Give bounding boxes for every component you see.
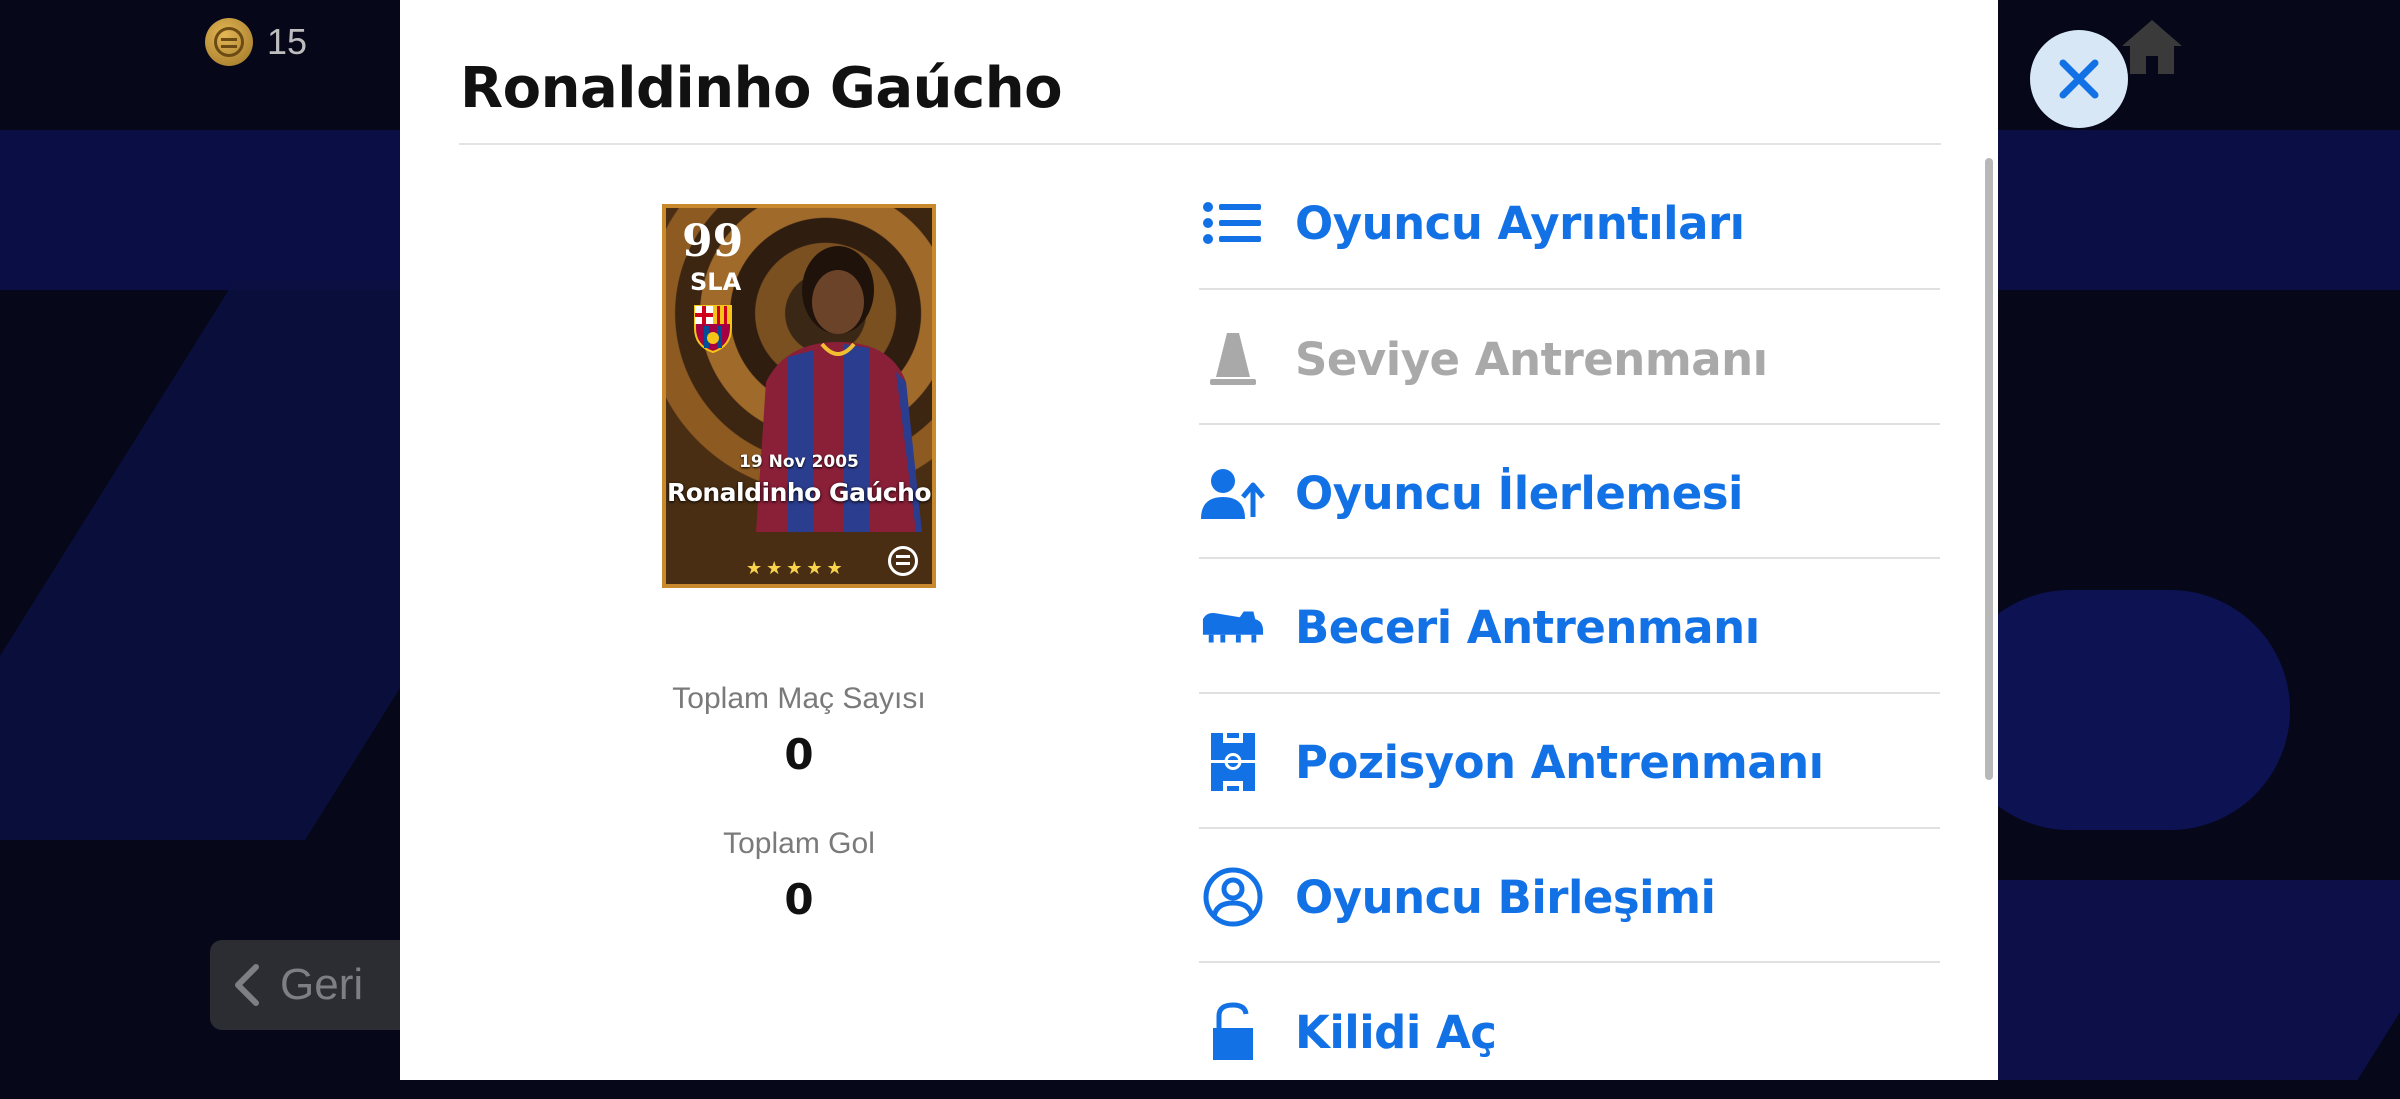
- menu-divider: [1199, 961, 1940, 963]
- menu-item-label: Oyuncu İlerlemesi: [1295, 466, 1743, 520]
- menu-item-position-training[interactable]: Pozisyon Antrenmanı: [1199, 695, 1940, 829]
- menu-item-player-details[interactable]: Oyuncu Ayrıntıları: [1199, 156, 1940, 290]
- menu-divider: [1199, 423, 1940, 425]
- player-merge-icon: [1203, 867, 1263, 927]
- card-rating: 99: [682, 216, 744, 267]
- back-label: Geri: [280, 960, 364, 1009]
- menu-item-skill-training[interactable]: Beceri Antrenmanı: [1199, 560, 1940, 694]
- stat-value-total-matches: 0: [784, 730, 814, 779]
- menu-divider: [1199, 692, 1940, 694]
- stat-value-total-goals: 0: [784, 875, 814, 924]
- menu-divider: [1199, 827, 1940, 829]
- stat-label-total-goals: Toplam Gol: [723, 827, 875, 860]
- menu-item-level-training: Seviye Antrenmanı: [1199, 292, 1940, 426]
- menu-item-label: Beceri Antrenmanı: [1295, 600, 1760, 654]
- menu-item-label: Oyuncu Ayrıntıları: [1295, 196, 1745, 250]
- player-modal: Ronaldinho Gaúcho 99 SLA 19 Nov 2005 Ron…: [400, 0, 1998, 1080]
- player-progress-icon: [1201, 469, 1265, 519]
- card-stars: ★★★★★: [746, 558, 847, 579]
- coin-count: 15: [267, 21, 308, 62]
- scrollbar[interactable]: [1985, 158, 1993, 780]
- menu-item-label: Seviye Antrenmanı: [1295, 332, 1768, 386]
- unlock-icon: [1213, 1002, 1253, 1060]
- menu-divider: [1199, 288, 1940, 290]
- menu-item-label: Kilidi Aç: [1295, 1005, 1497, 1059]
- card-player-name: Ronaldinho Gaúcho: [666, 478, 932, 507]
- card-position: SLA: [690, 268, 742, 296]
- pitch-icon: [1211, 733, 1255, 791]
- list-icon: [1203, 202, 1261, 244]
- player-card[interactable]: 99 SLA 19 Nov 2005 Ronaldinho Gaúcho ★★★…: [662, 204, 936, 588]
- training-cone-icon: [1210, 333, 1256, 385]
- club-crest-icon: [694, 305, 732, 354]
- efootball-logo-icon: [888, 546, 918, 576]
- title-divider: [459, 143, 1941, 145]
- home-icon[interactable]: [2120, 16, 2184, 76]
- menu-item-unlock[interactable]: Kilidi Aç: [1199, 965, 1940, 1099]
- chevron-left-icon: [235, 964, 259, 1006]
- efootball-coin-icon: [205, 18, 253, 66]
- menu-item-player-progress[interactable]: Oyuncu İlerlemesi: [1199, 426, 1940, 560]
- currency-display: 15: [205, 18, 307, 66]
- football-boot-icon: [1202, 611, 1264, 643]
- back-button[interactable]: Geri: [210, 940, 420, 1030]
- menu-item-player-merge[interactable]: Oyuncu Birleşimi: [1199, 830, 1940, 964]
- menu-item-label: Oyuncu Birleşimi: [1295, 870, 1716, 924]
- modal-title: Ronaldinho Gaúcho: [460, 56, 1063, 121]
- stat-label-total-matches: Toplam Maç Sayısı: [672, 682, 926, 715]
- card-date: 19 Nov 2005: [739, 452, 859, 472]
- background-shape: [1950, 590, 2290, 830]
- close-button[interactable]: [2030, 30, 2128, 128]
- menu-item-label: Pozisyon Antrenmanı: [1295, 735, 1824, 789]
- menu-divider: [1199, 557, 1940, 559]
- close-icon: [2059, 59, 2099, 99]
